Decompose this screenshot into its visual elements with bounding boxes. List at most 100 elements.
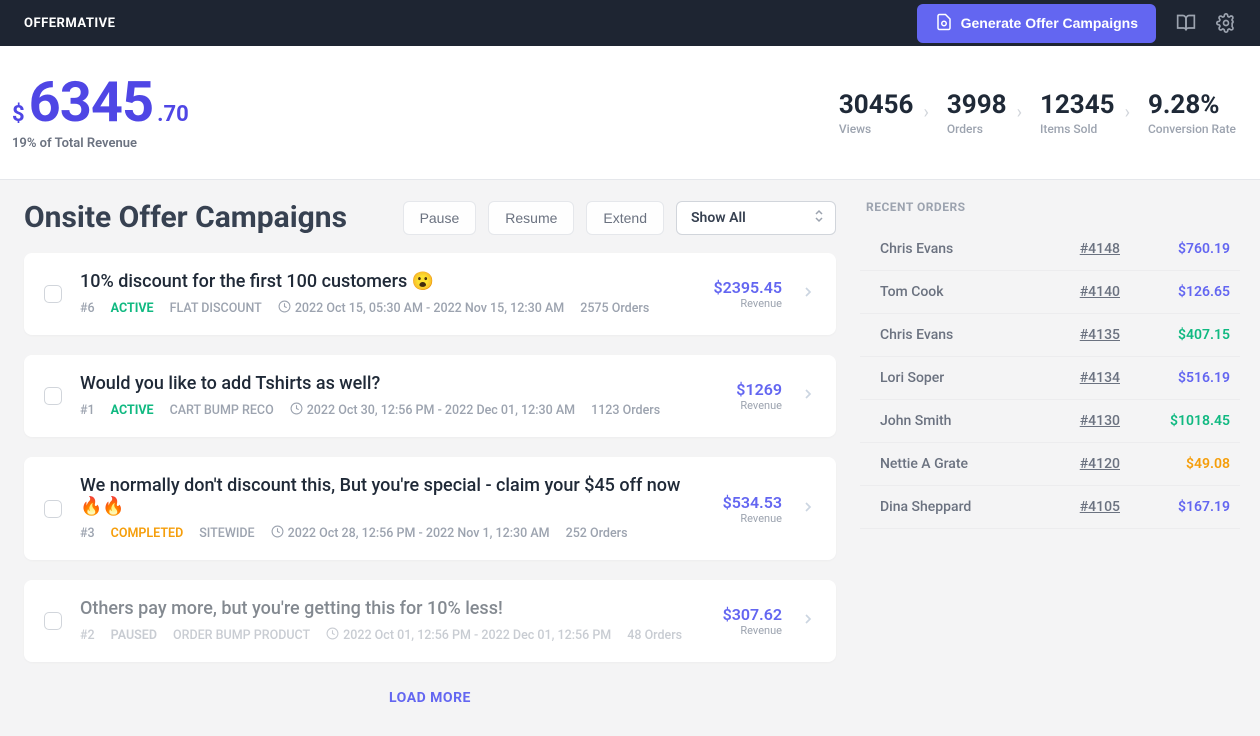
campaign-revenue-amount: $1269 [736, 380, 782, 399]
stats-bar: $ 6345 .70 19% of Total Revenue 30456 Vie… [0, 46, 1260, 180]
campaign-meta: #2PAUSEDORDER BUMP PRODUCT2022 Oct 01, 1… [80, 627, 705, 644]
order-customer-name: Chris Evans [880, 327, 1080, 343]
campaign-date-range: 2022 Oct 01, 12:56 PM - 2022 Dec 01, 12:… [326, 627, 611, 644]
order-id-link[interactable]: #4120 [1080, 456, 1120, 472]
campaign-revenue: $307.62Revenue [723, 605, 782, 637]
campaign-index: #3 [80, 526, 95, 541]
clock-icon [278, 300, 291, 317]
campaign-revenue-label: Revenue [736, 399, 782, 412]
campaign-body: Would you like to add Tshirts as well? #1… [80, 373, 718, 419]
recent-order-row: John Smith#4130$1018.45 [860, 400, 1240, 443]
campaign-revenue-label: Revenue [723, 512, 782, 525]
revenue-block: $ 6345 .70 19% of Total Revenue [12, 74, 189, 151]
stat-row: 30456 Views › 3998 Orders › 12345 Items Sold › 9.… [839, 90, 1236, 136]
chevron-right-icon: › [919, 102, 940, 123]
stat-label: Items Sold [1040, 122, 1115, 136]
recent-orders-title: RECENT ORDERS [860, 200, 1240, 214]
campaign-checkbox[interactable] [44, 387, 62, 405]
chevron-right-icon: › [1121, 102, 1142, 123]
campaign-card[interactable]: Others pay more, but you're getting this… [24, 580, 836, 662]
campaign-status: ACTIVE [111, 301, 154, 316]
recent-order-row: Chris Evans#4148 $760.19 [860, 228, 1240, 271]
recent-orders-column: RECENT ORDERS Chris Evans#4148$760.19Tom… [860, 200, 1240, 722]
order-id-link[interactable]: #4134 [1080, 370, 1120, 386]
campaign-status: COMPLETED [111, 526, 184, 541]
chevron-right-icon[interactable] [800, 284, 816, 304]
campaign-body: Others pay more, but you're getting this… [80, 598, 705, 644]
recent-order-row: Dina Sheppard#4105$167.19 [860, 486, 1240, 529]
campaign-revenue: $534.53Revenue [723, 493, 782, 525]
campaign-card[interactable]: 10% discount for the first 100 customers… [24, 253, 836, 335]
extend-button[interactable]: Extend [586, 201, 664, 235]
stat-value: 9.28% [1148, 90, 1236, 120]
order-customer-name: John Smith [880, 413, 1080, 429]
campaign-card[interactable]: Would you like to add Tshirts as well? #1… [24, 355, 836, 437]
campaign-checkbox[interactable] [44, 612, 62, 630]
campaign-body: We normally don't discount this, But you… [80, 475, 705, 542]
campaign-type: CART BUMP RECO [170, 403, 274, 418]
campaign-date-range: 2022 Oct 30, 12:56 PM - 2022 Dec 01, 12:… [290, 402, 575, 419]
page-title-row: Onsite Offer Campaigns Pause Resume Exte… [24, 200, 836, 235]
stat-label: Conversion Rate [1148, 122, 1236, 136]
order-id-link[interactable]: #4148 [1080, 241, 1120, 257]
revenue-currency: $ [12, 102, 25, 127]
stat-conversion-rate: 9.28% Conversion Rate [1148, 90, 1236, 136]
load-more-button[interactable]: LOAD MORE [24, 682, 836, 722]
campaign-revenue: $1269Revenue [736, 380, 782, 412]
campaign-revenue-amount: $534.53 [723, 493, 782, 512]
campaign-list: 10% discount for the first 100 customers… [24, 253, 836, 662]
chevron-right-icon[interactable] [800, 611, 816, 631]
order-id-link[interactable]: #4135 [1080, 327, 1120, 343]
campaign-title: Would you like to add Tshirts as well? [80, 373, 718, 394]
campaign-index: #1 [80, 403, 95, 418]
order-customer-name: Chris Evans [880, 241, 1080, 257]
revenue-cents: .70 [157, 102, 189, 127]
chevron-right-icon: › [1013, 102, 1034, 123]
filter-select[interactable]: Show All [676, 201, 836, 235]
chevron-right-icon[interactable] [800, 386, 816, 406]
resume-button[interactable]: Resume [488, 201, 574, 235]
stat-label: Views [839, 122, 914, 136]
order-id-link[interactable]: #4105 [1080, 499, 1120, 515]
recent-order-row: Lori Soper#4134$516.19 [860, 357, 1240, 400]
clock-icon [326, 627, 339, 644]
docs-icon[interactable] [1176, 13, 1196, 33]
campaign-status: ACTIVE [111, 403, 154, 418]
recent-order-row: Chris Evans#4135$407.15 [860, 314, 1240, 357]
campaign-index: #6 [80, 301, 95, 316]
campaign-index: #2 [80, 628, 95, 643]
campaign-title: We normally don't discount this, But you… [80, 475, 705, 517]
chevron-right-icon[interactable] [800, 499, 816, 519]
order-customer-name: Nettie A Grate [880, 456, 1080, 472]
stat-value: 12345 [1040, 90, 1115, 120]
gear-icon[interactable] [1216, 13, 1236, 33]
campaign-meta: #6ACTIVEFLAT DISCOUNT2022 Oct 15, 05:30 … [80, 300, 695, 317]
campaign-orders: 2575 Orders [580, 301, 649, 316]
campaign-date-range: 2022 Oct 28, 12:56 PM - 2022 Nov 1, 12:3… [271, 525, 550, 542]
topbar: OFFERMATIVE Generate Offer Campaigns [0, 0, 1260, 46]
stat-value: 3998 [947, 90, 1007, 120]
generate-offer-campaigns-button[interactable]: Generate Offer Campaigns [917, 4, 1156, 43]
campaign-card[interactable]: We normally don't discount this, But you… [24, 457, 836, 560]
order-customer-name: Dina Sheppard [880, 499, 1080, 515]
stat-value: 30456 [839, 90, 914, 120]
campaign-checkbox[interactable] [44, 500, 62, 518]
campaign-meta: #3COMPLETEDSITEWIDE2022 Oct 28, 12:56 PM… [80, 525, 705, 542]
topbar-right: Generate Offer Campaigns [917, 4, 1236, 43]
campaign-title: Others pay more, but you're getting this… [80, 598, 705, 619]
stat-orders: 3998 Orders [947, 90, 1007, 136]
order-id-link[interactable]: #4130 [1080, 413, 1120, 429]
order-amount: $760.19 [1160, 241, 1230, 257]
select-updown-icon [813, 208, 825, 228]
filter-selected-label: Show All [691, 210, 746, 226]
revenue-amount: $ 6345 .70 [12, 74, 189, 130]
campaign-revenue-label: Revenue [723, 624, 782, 637]
order-customer-name: Tom Cook [880, 284, 1080, 300]
campaign-meta: #1 ACTIVE CART BUMP RECO 2022 Oct 30, 12:56… [80, 402, 718, 419]
campaign-body: 10% discount for the first 100 customers… [80, 271, 695, 317]
pause-button[interactable]: Pause [403, 201, 477, 235]
campaign-checkbox[interactable] [44, 285, 62, 303]
clock-icon [271, 525, 284, 542]
stat-label: Orders [947, 122, 1007, 136]
order-id-link[interactable]: #4140 [1080, 284, 1120, 300]
